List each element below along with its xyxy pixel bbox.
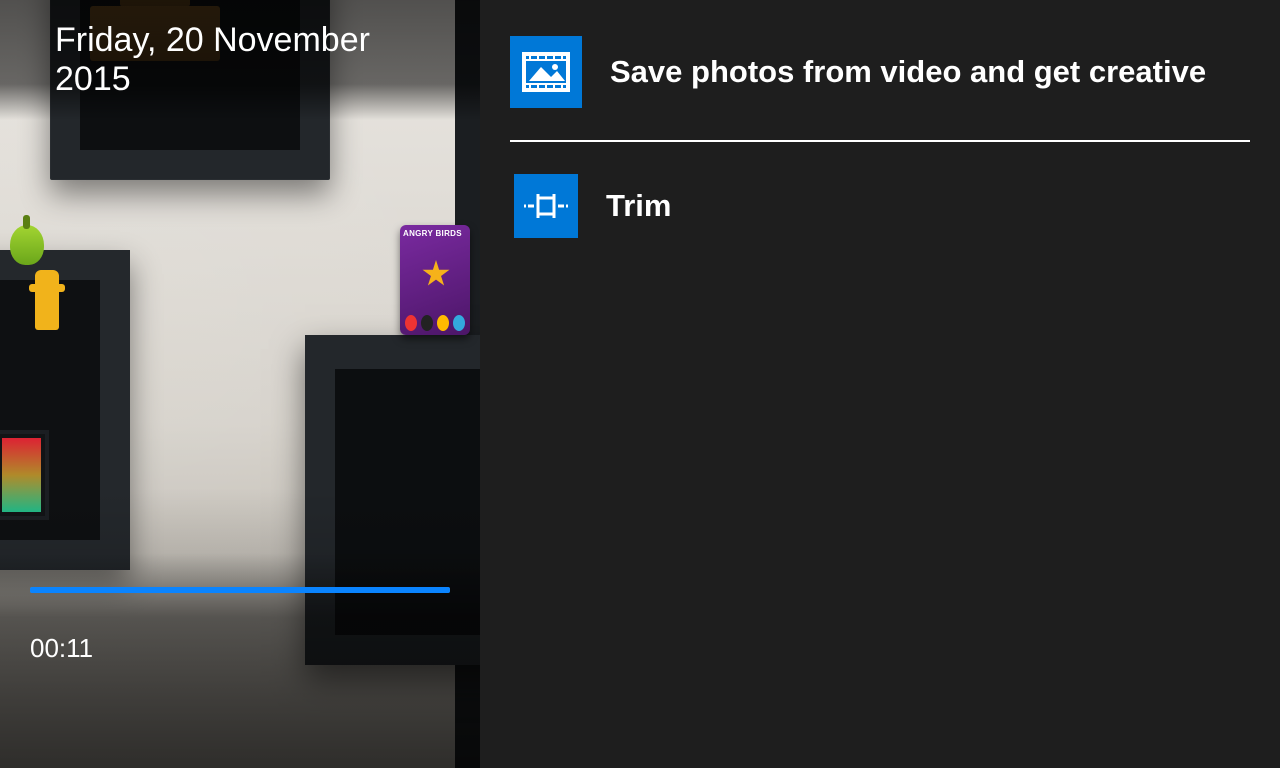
photo-frame-icon: [510, 36, 582, 108]
progress-bar[interactable]: [30, 587, 450, 593]
menu-item-trim[interactable]: Trim: [510, 140, 1250, 270]
menu-item-save-photos[interactable]: Save photos from video and get creative: [510, 32, 1250, 140]
menu-item-label: Save photos from video and get creative: [610, 54, 1206, 90]
video-date-title: Friday, 20 November 2015: [0, 0, 480, 120]
trim-icon: [514, 174, 578, 238]
elapsed-time: 00:11: [30, 633, 450, 664]
edit-menu: Save photos from video and get creative …: [480, 0, 1280, 768]
video-controls: 00:11: [0, 553, 480, 768]
video-preview[interactable]: Friday, 20 November 2015 00:11: [0, 0, 480, 768]
menu-item-label: Trim: [606, 188, 671, 224]
progress-fill: [30, 587, 450, 593]
